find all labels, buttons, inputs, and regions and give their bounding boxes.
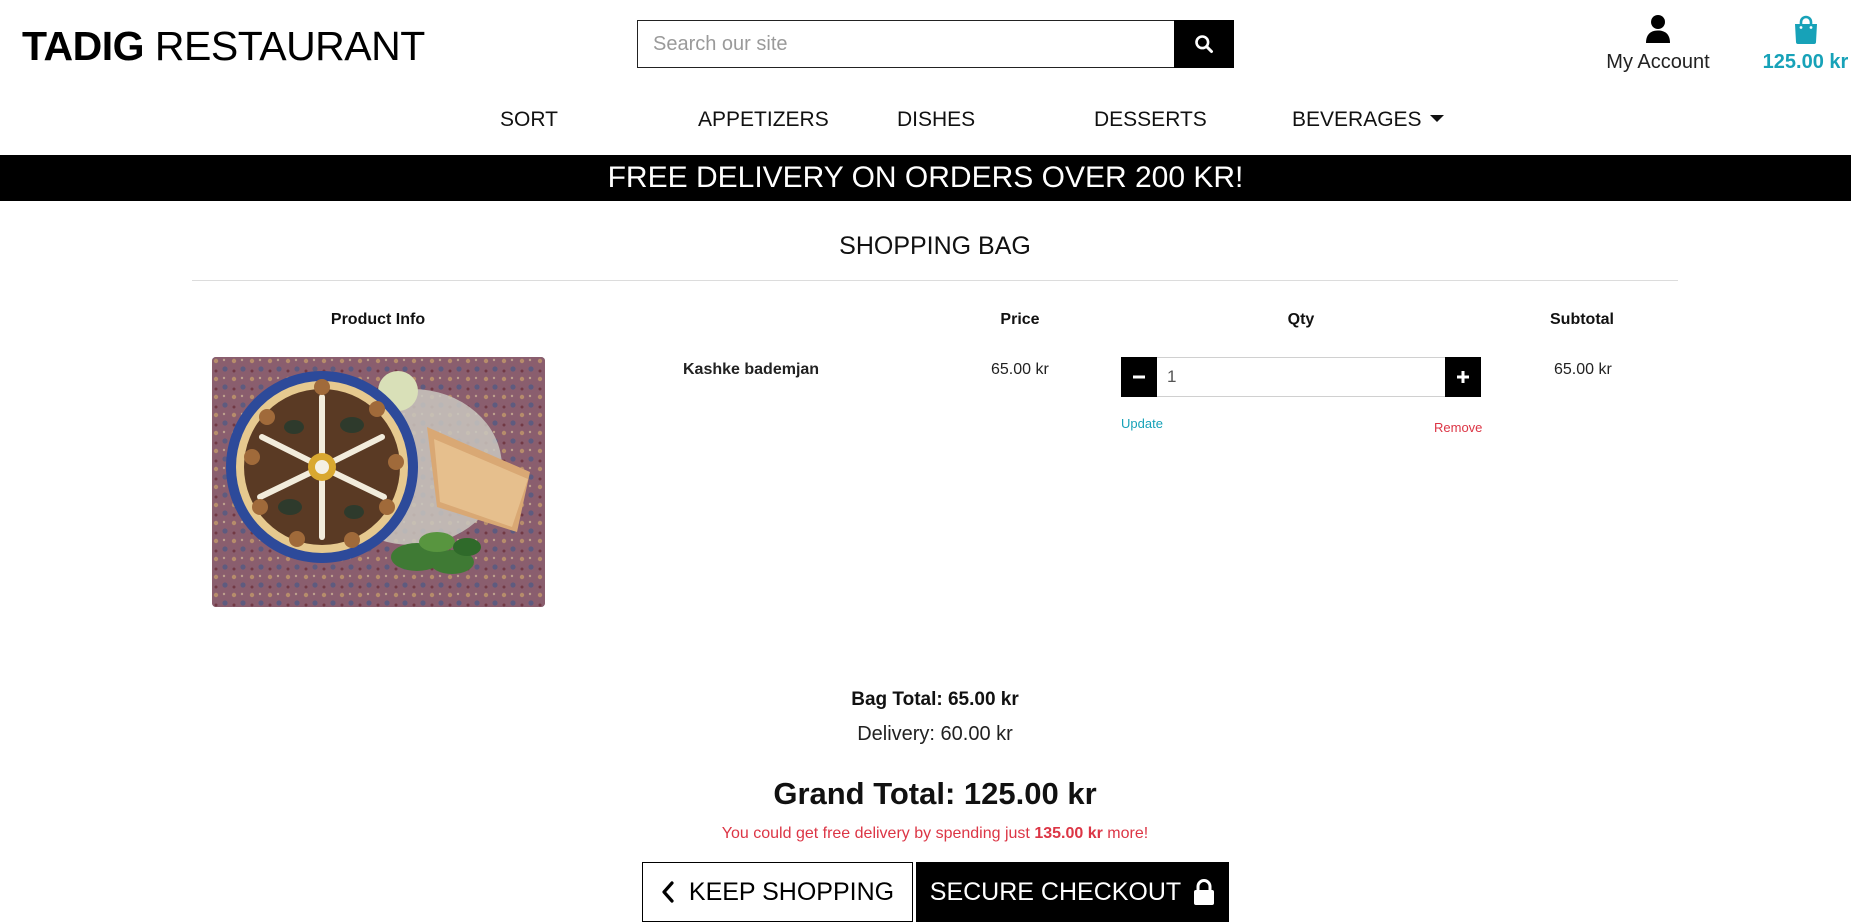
bag-total: Bag Total: 65.00 kr — [851, 689, 1019, 710]
shopping-bag-icon — [1794, 15, 1817, 44]
page-title: SHOPPING BAG — [839, 232, 1031, 260]
column-header-subtotal: Subtotal — [1550, 311, 1614, 328]
column-header-qty: Qty — [1287, 311, 1315, 328]
product-subtotal: 65.00 kr — [1554, 361, 1612, 378]
product-image — [212, 357, 545, 607]
free-delivery-amount: 135.00 kr — [1034, 825, 1103, 842]
user-icon — [1646, 15, 1670, 43]
free-delivery-banner: FREE DELIVERY ON ORDERS OVER 200 KR! — [0, 155, 1851, 201]
shopping-bag-link[interactable]: 125.00 kr — [1760, 14, 1851, 74]
search-form — [637, 20, 1234, 68]
update-link[interactable]: Update — [1121, 416, 1163, 431]
nav-appetizers[interactable]: APPETIZERS — [698, 106, 829, 134]
delivery-cost: Delivery: 60.00 kr — [857, 723, 1013, 745]
nav-beverages-label: BEVERAGES — [1292, 108, 1422, 131]
account-label: My Account — [1606, 51, 1710, 73]
free-delivery-suffix: more! — [1107, 825, 1149, 842]
keep-shopping-button[interactable]: KEEP SHOPPING — [642, 862, 913, 922]
bag-total-label: 125.00 kr — [1762, 51, 1849, 73]
lock-icon — [1194, 879, 1215, 905]
keep-shopping-label: KEEP SHOPPING — [688, 877, 895, 906]
secure-checkout-button[interactable]: SECURE CHECKOUT — [916, 862, 1229, 922]
search-input[interactable] — [637, 20, 1174, 68]
minus-icon — [1133, 375, 1145, 379]
caret-down-icon — [1429, 114, 1444, 122]
decrement-qty-button[interactable] — [1121, 357, 1157, 397]
divider — [192, 280, 1678, 281]
nav-desserts[interactable]: DESSERTS — [1094, 106, 1207, 134]
search-button[interactable] — [1174, 20, 1234, 68]
free-delivery-prefix: You could get free delivery by spending … — [721, 825, 1030, 842]
quantity-input[interactable] — [1157, 357, 1445, 397]
nav-dishes[interactable]: DISHES — [897, 106, 975, 134]
column-header-price: Price — [1000, 311, 1040, 328]
free-delivery-message: You could get free delivery by spending … — [0, 823, 1851, 845]
column-header-product-info: Product Info — [330, 311, 426, 328]
product-price: 65.00 kr — [991, 361, 1049, 378]
quantity-stepper — [1121, 357, 1481, 397]
increment-qty-button[interactable] — [1445, 357, 1481, 397]
secure-checkout-label: SECURE CHECKOUT — [929, 877, 1182, 906]
nav-beverages-dropdown[interactable]: BEVERAGES — [1292, 106, 1444, 134]
search-icon — [1195, 35, 1213, 53]
chevron-left-icon — [662, 881, 674, 903]
grand-total: Grand Total: 125.00 kr — [773, 776, 1097, 811]
remove-link[interactable]: Remove — [1434, 420, 1482, 435]
nav-sort[interactable]: SORT — [500, 106, 558, 134]
site-logo[interactable]: TADIG RESTAURANT — [22, 20, 425, 72]
logo-light-text: RESTAURANT — [154, 23, 425, 69]
logo-bold-text: TADIG — [22, 23, 145, 69]
my-account-link[interactable]: My Account — [1596, 14, 1720, 74]
plus-icon — [1457, 371, 1469, 383]
product-name: Kashke bademjan — [683, 361, 820, 378]
